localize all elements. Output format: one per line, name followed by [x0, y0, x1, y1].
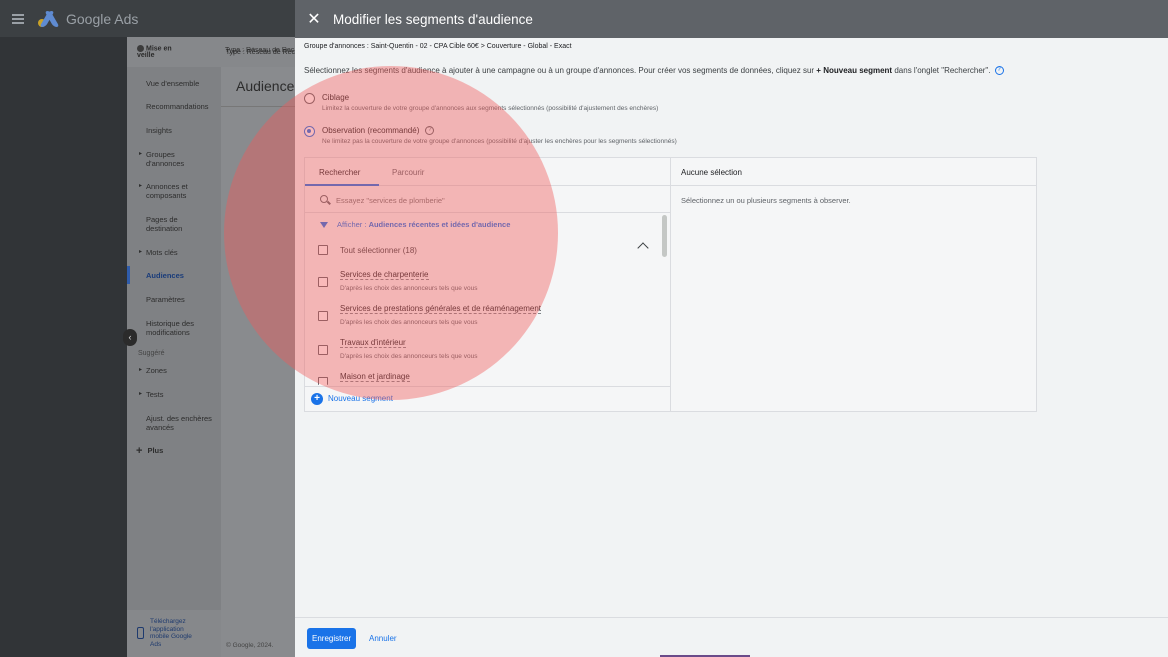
targeting-radio[interactable]: [304, 93, 315, 104]
segment-search-column: Rechercher Parcourir Afficher : Audience…: [305, 158, 671, 411]
new-segment-label: Nouveau segment: [328, 394, 393, 404]
selection-column: Aucune sélection Sélectionnez un ou plus…: [671, 158, 1037, 411]
targeting-label: Ciblage: [322, 93, 350, 102]
plus-icon: +: [311, 393, 323, 405]
new-segment-button[interactable]: + Nouveau segment: [311, 393, 393, 405]
observation-description: Ne limitez pas la couverture de votre gr…: [322, 138, 677, 145]
help-icon[interactable]: ?: [994, 66, 1004, 76]
status-label: Mise en veille: [137, 44, 172, 60]
sidebar-item-change-history[interactable]: Historique des modifications: [146, 319, 206, 337]
panel-header: ✕ Modifier les segments d'audience: [295, 0, 1168, 38]
segment-label: Maison et jardinage: [340, 372, 410, 382]
more-label: Plus: [147, 445, 164, 455]
sidebar-more[interactable]: + Plus: [136, 445, 163, 457]
sidebar-item-recommendations[interactable]: Recommandations: [146, 102, 218, 111]
selection-header: Aucune sélection: [671, 158, 1037, 186]
segment-description: D'après les choix des annonceurs tels qu…: [340, 353, 478, 360]
edit-audience-panel: ✕ Modifier les segments d'audience Group…: [295, 0, 1168, 657]
app-title: Google Ads: [66, 10, 139, 27]
segment-label: Travaux d'intérieur: [340, 338, 406, 348]
sidebar-item-locations[interactable]: Zones: [139, 366, 218, 375]
observation-label: Observation (recommandé)?: [322, 126, 435, 136]
background-page-title: Audiences: [236, 78, 295, 94]
google-ads-logo-icon: [38, 10, 60, 27]
download-app-link[interactable]: Téléchargez l'application mobile Google …: [127, 610, 221, 657]
suggested-heading: Suggéré: [138, 350, 165, 357]
search-icon: [320, 195, 328, 203]
observation-radio[interactable]: [304, 126, 315, 137]
select-all-checkbox[interactable]: [318, 245, 328, 255]
divider: [305, 386, 671, 387]
segment-label: Services de prestations générales et de …: [340, 304, 542, 314]
segment-picker: Rechercher Parcourir Afficher : Audience…: [304, 157, 1037, 412]
background-page: [221, 67, 295, 657]
segment-checkbox[interactable]: [318, 277, 328, 287]
intro-suffix: dans l'onglet "Rechercher".: [894, 66, 991, 75]
sidebar-item-keywords[interactable]: Mots clés: [139, 248, 218, 257]
save-button[interactable]: Enregistrer: [307, 628, 357, 649]
active-tab-indicator: [305, 184, 379, 186]
sidebar-item-landing-pages[interactable]: Pages de destination: [146, 215, 194, 233]
left-dark-strip: [0, 0, 127, 657]
chevron-up-icon[interactable]: [637, 242, 649, 254]
intro-text: Sélectionnez les segments d'audience à a…: [304, 66, 1004, 76]
breadcrumb: Groupe d'annonces : Saint-Quentin - 02 -…: [304, 43, 572, 50]
divider: [221, 106, 295, 107]
sidebar-item-insights[interactable]: Insights: [146, 126, 218, 135]
copyright: © Google, 2024.: [226, 642, 274, 649]
cancel-button[interactable]: Annuler: [365, 628, 401, 649]
sidebar-item-settings[interactable]: Paramètres: [146, 295, 218, 304]
sidebar-item-overview[interactable]: Vue d'ensemble: [146, 79, 218, 88]
sidebar-item-ads-assets[interactable]: Annonces et composants: [139, 182, 201, 200]
sidebar-item-experiments[interactable]: Tests: [139, 390, 218, 399]
search-bar: [305, 187, 671, 213]
selection-empty-text: Sélectionnez un ou plusieurs segments à …: [681, 196, 851, 205]
download-label: Téléchargez l'application mobile Google …: [150, 618, 192, 648]
plus-icon: +: [136, 445, 143, 457]
intro-bold: + Nouveau segment: [816, 66, 893, 75]
audience-filter[interactable]: Afficher : Audiences récentes et idées d…: [320, 220, 510, 229]
phone-icon: [137, 627, 144, 639]
intro-prefix: Sélectionnez les segments d'audience à a…: [304, 66, 815, 75]
segment-checkbox[interactable]: [318, 311, 328, 321]
sidebar-item-audiences[interactable]: Audiences: [146, 271, 218, 280]
tab-browse[interactable]: Parcourir: [392, 168, 424, 177]
app-topbar: Google Ads: [0, 0, 295, 37]
targeting-description: Limitez la couverture de votre groupe d'…: [322, 105, 659, 112]
segment-description: D'après les choix des annonceurs tels qu…: [340, 319, 478, 326]
segment-description: D'après les choix des annonceurs tels qu…: [340, 285, 478, 292]
scrollbar[interactable]: [662, 215, 667, 257]
panel-title: Modifier les segments d'audience: [333, 11, 533, 27]
panel-footer: Enregistrer Annuler: [295, 617, 1168, 657]
pause-icon: [137, 44, 144, 52]
select-all-label: Tout sélectionner (18): [340, 246, 417, 255]
active-indicator: [127, 266, 130, 284]
sidebar-item-ad-groups[interactable]: Groupes d'annonces: [139, 150, 196, 168]
help-icon[interactable]: ?: [425, 126, 435, 136]
search-input[interactable]: [336, 193, 636, 207]
tab-search[interactable]: Rechercher: [319, 168, 360, 177]
close-icon[interactable]: ✕: [307, 9, 321, 29]
picker-tabs: Rechercher Parcourir: [305, 158, 671, 186]
filter-value: Audiences récentes et idées d'audience: [368, 220, 511, 229]
collapse-sidebar-icon[interactable]: ‹: [123, 329, 137, 346]
sidebar-item-advanced-bid-adj[interactable]: Ajust. des enchères avancés: [146, 414, 216, 432]
segment-checkbox[interactable]: [318, 345, 328, 355]
filter-icon: [320, 222, 328, 229]
background-type: Type : Réseau de Rec: [225, 47, 295, 54]
filter-prefix: Afficher :: [337, 220, 367, 229]
segment-checkbox[interactable]: [318, 377, 328, 385]
segment-label: Services de charpenterie: [340, 270, 429, 280]
menu-icon[interactable]: [12, 13, 24, 24]
